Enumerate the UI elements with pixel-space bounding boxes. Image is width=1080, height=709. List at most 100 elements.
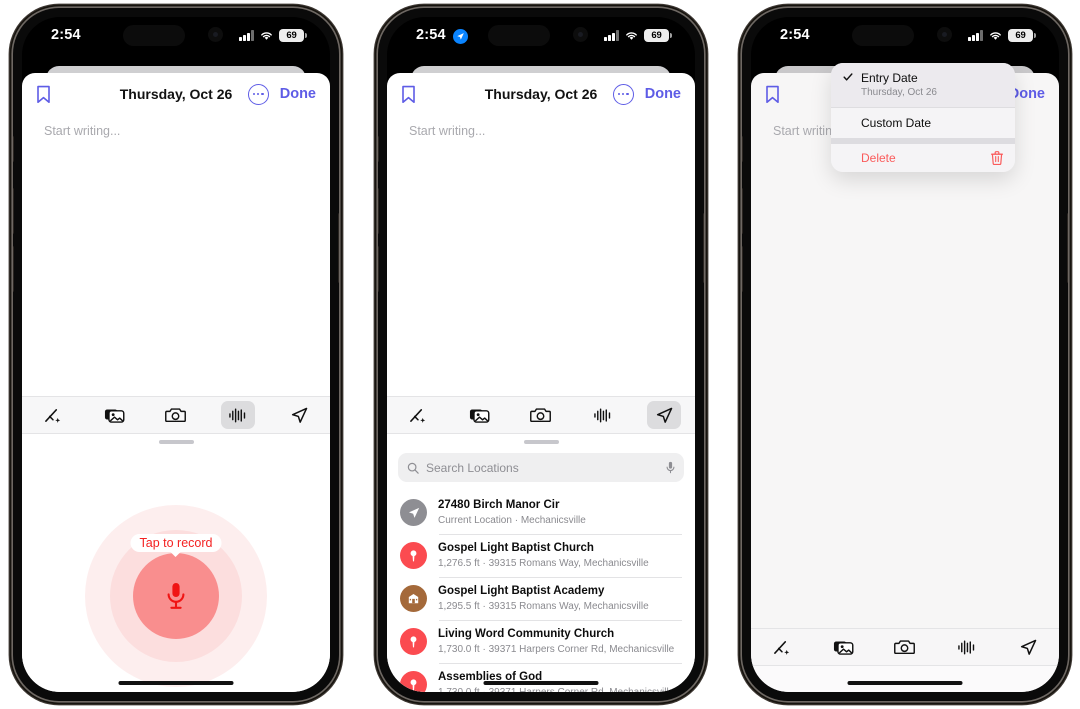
editor-placeholder[interactable]: Start writing...: [387, 115, 695, 138]
microphone-icon[interactable]: [666, 461, 675, 474]
menu-item-label: Custom Date: [861, 115, 932, 130]
tool-sparkle[interactable]: [36, 401, 70, 429]
map-pin-icon: [400, 628, 427, 656]
tool-location[interactable]: [647, 401, 682, 429]
date-context-menu: Entry Date Thursday, Oct 26 Custom Date …: [831, 63, 1015, 172]
status-indicators: 69: [239, 29, 307, 42]
location-detail: Current Location · Mechanicsville: [438, 514, 586, 526]
search-placeholder: Search Locations: [426, 460, 519, 475]
sheet-navbar: Thursday, Oct 26 Done: [22, 73, 330, 115]
phone-screen: 2:54 69: [387, 17, 695, 692]
ellipsis-circle-icon[interactable]: [612, 83, 634, 105]
sheet-navbar: Thursday, Oct 26 Done: [387, 73, 695, 115]
screenshot-stage: 2:54 69 Thursday, Oct 26 Done Start writ…: [0, 0, 1080, 709]
location-name: Gospel Light Baptist Academy: [438, 585, 605, 598]
tool-photos[interactable]: [462, 401, 496, 429]
location-arrow-icon: [1020, 639, 1036, 655]
tool-photos[interactable]: [97, 401, 131, 429]
tool-camera[interactable]: [159, 401, 193, 429]
tool-audio[interactable]: [220, 401, 255, 429]
status-time: 2:54: [780, 27, 810, 43]
done-button[interactable]: Done: [280, 86, 316, 102]
list-item[interactable]: Assemblies of God 1,730.0 ft · 39371 Har…: [387, 663, 695, 692]
battery-indicator: 69: [644, 29, 672, 42]
location-arrow-icon: [291, 407, 307, 423]
list-item[interactable]: Living Word Community Church 1,730.0 ft …: [387, 620, 695, 663]
entry-sheet: Thursday, Oct 26 Done Start writing...: [387, 73, 695, 692]
battery-indicator: 69: [279, 29, 307, 42]
location-services-icon: [453, 29, 468, 44]
home-indicator[interactable]: [847, 680, 963, 685]
location-name: Gospel Light Baptist Church: [438, 542, 594, 555]
search-locations-field[interactable]: Search Locations: [398, 453, 684, 482]
dynamic-island: [852, 25, 914, 46]
record-label: Tap to record: [130, 534, 222, 552]
wifi-icon: [261, 32, 272, 40]
attachment-toolbar: [751, 628, 1059, 666]
power-button[interactable]: [338, 213, 339, 283]
navbar-actions: Done: [247, 83, 316, 105]
location-detail: 1,730.0 ft · 39371 Harpers Corner Rd, Me…: [438, 643, 675, 655]
cellular-signal-icon: [604, 30, 619, 41]
tool-location[interactable]: [282, 401, 316, 429]
waveform-icon: [594, 408, 611, 422]
bookmark-icon[interactable]: [401, 85, 416, 104]
bookmark-icon[interactable]: [765, 85, 780, 104]
tool-camera[interactable]: [524, 401, 558, 429]
tool-location[interactable]: [1011, 633, 1045, 661]
phone-locations: 2:54 69 Thursday, Oct 26 Done Start writ…: [378, 8, 704, 701]
menu-item-entry-date[interactable]: Entry Date Thursday, Oct 26: [831, 63, 1015, 107]
location-detail: 1,276.5 ft · 39315 Romans Way, Mechanics…: [438, 557, 649, 569]
map-pin-icon: [400, 542, 427, 570]
record-button[interactable]: [133, 553, 219, 639]
location-name: 27480 Birch Manor Cir: [438, 499, 560, 511]
cellular-signal-icon: [968, 30, 983, 41]
tool-sparkle[interactable]: [765, 633, 799, 661]
tool-audio[interactable]: [950, 633, 984, 661]
location-arrow-icon: [400, 499, 427, 526]
home-indicator[interactable]: [118, 680, 234, 685]
dynamic-island: [488, 25, 550, 46]
power-button[interactable]: [1067, 213, 1068, 283]
list-item[interactable]: Gospel Light Baptist Church 1,276.5 ft ·…: [387, 534, 695, 577]
volume-up-button[interactable]: [13, 188, 14, 234]
photo-stack-icon: [104, 408, 125, 423]
tool-photos[interactable]: [826, 633, 860, 661]
ellipsis-circle-icon[interactable]: [247, 83, 269, 105]
sheet-grabber[interactable]: [158, 440, 194, 444]
sheet-grabber[interactable]: [523, 440, 559, 444]
home-indicator[interactable]: [483, 680, 599, 685]
tool-camera[interactable]: [888, 633, 922, 661]
phone-screen: 2:54 69: [751, 17, 1059, 692]
list-item-text: Gospel Light Baptist Church 1,276.5 ft ·…: [438, 541, 649, 570]
list-item[interactable]: 27480 Birch Manor Cir Current Location ·…: [387, 491, 695, 534]
bookmark-icon[interactable]: [36, 85, 51, 104]
volume-up-button[interactable]: [742, 188, 743, 234]
power-button[interactable]: [703, 213, 704, 283]
mute-switch[interactable]: [378, 136, 379, 162]
battery-indicator: 69: [1008, 29, 1036, 42]
camera-icon: [530, 408, 552, 423]
volume-down-button[interactable]: [742, 246, 743, 292]
camera-icon: [165, 408, 187, 423]
magic-wand-icon: [774, 640, 790, 655]
location-panel: Search Locations 27480 Birch Manor Cir C…: [387, 434, 695, 692]
status-indicators: 69: [604, 29, 672, 42]
volume-down-button[interactable]: [13, 246, 14, 292]
volume-up-button[interactable]: [378, 188, 379, 234]
volume-down-button[interactable]: [378, 246, 379, 292]
mute-switch[interactable]: [13, 136, 14, 162]
location-results-list: 27480 Birch Manor Cir Current Location ·…: [387, 491, 695, 692]
tool-sparkle[interactable]: [401, 401, 435, 429]
done-button[interactable]: Done: [645, 86, 681, 102]
editor-placeholder[interactable]: Start writing...: [22, 115, 330, 138]
list-item[interactable]: Gospel Light Baptist Academy 1,295.5 ft …: [387, 577, 695, 620]
mute-switch[interactable]: [742, 136, 743, 162]
location-detail: 1,295.5 ft · 39315 Romans Way, Mechanics…: [438, 600, 649, 612]
tool-audio[interactable]: [586, 401, 620, 429]
status-time: 2:54: [416, 27, 446, 43]
menu-item-delete[interactable]: Delete: [831, 143, 1015, 172]
waveform-icon: [229, 408, 246, 422]
menu-item-custom-date[interactable]: Custom Date: [831, 106, 1015, 138]
magic-wand-icon: [45, 408, 61, 423]
